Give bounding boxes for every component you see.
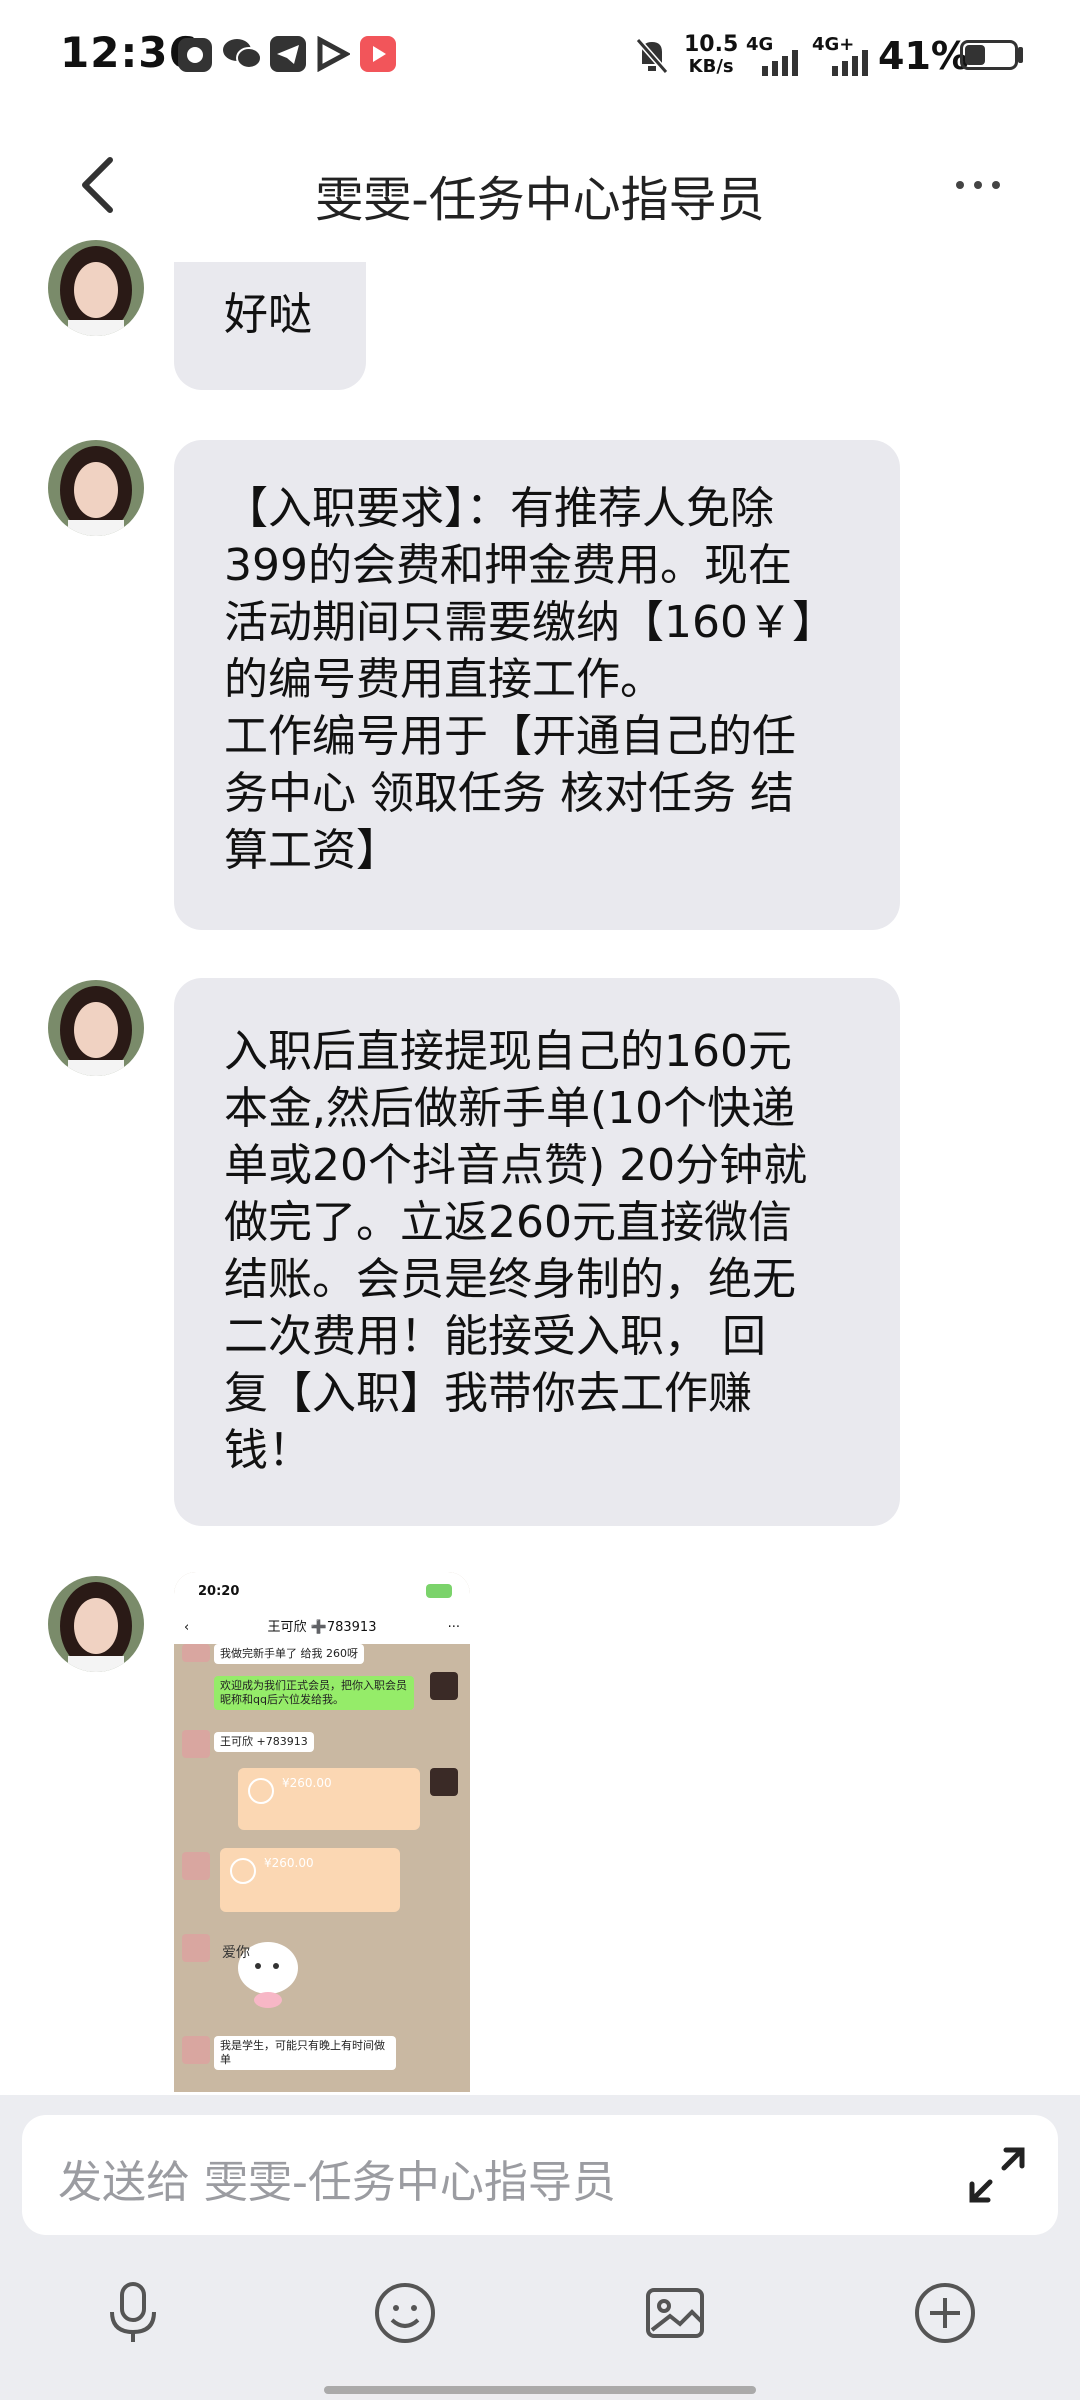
screenshot-message: 我做完新手单了 给我 260呀: [214, 1644, 364, 1664]
screenshot-message-green: 欢迎成为我们正式会员，把你入职会员昵称和qq后六位发给我。: [214, 1676, 414, 1710]
message-bubble[interactable]: 好哒: [174, 262, 366, 390]
screenshot-status-bar: 20:20: [174, 1572, 470, 1612]
microphone-icon[interactable]: [98, 2278, 168, 2348]
screenshot-title: 王可欣 ➕783913: [267, 1620, 377, 1635]
image-icon[interactable]: [640, 2278, 710, 2348]
emoji-icon[interactable]: [370, 2278, 440, 2348]
screenshot-message: 王可欣 +783913: [214, 1732, 314, 1752]
battery-cap: [1018, 47, 1023, 63]
screenshot-transfer-amount: ¥260.00: [282, 1776, 332, 1790]
screenshot-sticker-text: 爱你: [222, 1945, 250, 1961]
shared-screenshot-image[interactable]: 20:20 ‹ 王可欣 ➕783913 ··· 我做完新手单了 给我 260呀 …: [174, 1572, 470, 2092]
message-input-placeholder: 发送给 雯雯-任务中心指导员: [58, 2157, 616, 2208]
screenshot-sticker: 爱你: [222, 1928, 306, 2012]
app-notification-icon: [178, 38, 212, 72]
avatar[interactable]: [48, 440, 144, 536]
message-bubble[interactable]: 【入职要求】：有推荐人免除 399的会费和押金费用。现在 活动期间只需要缴纳【1…: [174, 440, 900, 930]
avatar[interactable]: [48, 240, 144, 336]
battery-percent: 41%: [878, 34, 969, 78]
net-speed-unit: KB/s: [688, 56, 734, 77]
screenshot-avatar: [182, 2036, 210, 2064]
screenshot-back-icon: ‹: [184, 1620, 190, 1635]
screenshot-avatar: [182, 1644, 210, 1662]
screenshot-message: 我是学生，可能只有晚上有时间做单: [214, 2036, 396, 2070]
screenshot-transfer-card: ¥260.00: [220, 1848, 400, 1912]
wechat-icon: [222, 36, 262, 72]
screenshot-more-icon: ···: [447, 1620, 460, 1635]
video-app-icon: [360, 36, 396, 72]
screenshot-transfer-amount: ¥260.00: [264, 1856, 314, 1870]
telegram-icon: [270, 36, 306, 72]
screenshot-battery-icon: [426, 1584, 452, 1598]
screenshot-transfer-card: ¥260.00: [238, 1768, 420, 1830]
signal-icon-1: [762, 50, 802, 76]
screenshot-avatar: [182, 1730, 210, 1758]
home-indicator[interactable]: [324, 2386, 756, 2394]
net-speed-value: 10.5: [684, 32, 739, 57]
more-options-icon[interactable]: [950, 170, 1010, 200]
signal-icon-2: [832, 50, 872, 76]
screenshot-time: 20:20: [198, 1584, 240, 1599]
play-icon: [314, 35, 352, 73]
avatar[interactable]: [48, 1576, 144, 1672]
screenshot-avatar: [182, 1852, 210, 1880]
message-bubble[interactable]: 入职后直接提现自己的160元 本金,然后做新手单(10个快递 单或20个抖音点赞…: [174, 978, 900, 1526]
mute-bell-icon: [634, 36, 670, 76]
screenshot-header: ‹ 王可欣 ➕783913 ···: [174, 1612, 470, 1644]
plus-icon[interactable]: [910, 2278, 980, 2348]
expand-icon[interactable]: [962, 2140, 1032, 2210]
chat-title: 雯雯-任务中心指导员: [315, 172, 765, 228]
avatar[interactable]: [48, 980, 144, 1076]
screenshot-avatar: [430, 1672, 458, 1700]
screenshot-avatar: [182, 1934, 210, 1962]
screenshot-avatar: [430, 1768, 458, 1796]
battery-icon: [960, 40, 1018, 70]
